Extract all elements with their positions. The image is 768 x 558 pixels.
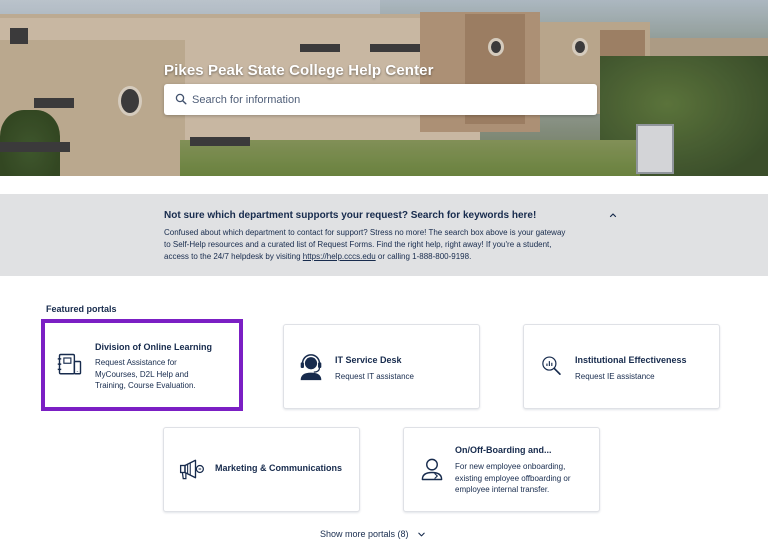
notebook-icon	[57, 353, 82, 375]
portal-card-onboarding[interactable]: On/Off-Boarding and... For new employee …	[403, 427, 600, 512]
portal-card-description: For new employee onboarding, existing em…	[455, 462, 571, 494]
portal-card-title: Institutional Effectiveness	[575, 355, 687, 365]
info-banner-text: Confused about which department to conta…	[164, 228, 566, 261]
magnifier-chart-icon	[542, 356, 561, 375]
show-more-portals-button[interactable]: Show more portals (8)	[320, 529, 426, 543]
portal-card-description: Request IE assistance	[575, 372, 655, 381]
search-box[interactable]	[164, 84, 597, 115]
portal-card-title: On/Off-Boarding and...	[455, 445, 552, 455]
portal-card-online-learning[interactable]: Division of Online Learning Request Assi…	[41, 319, 243, 411]
search-icon	[175, 93, 187, 105]
chevron-down-icon	[418, 532, 425, 537]
portal-card-institutional-effectiveness[interactable]: Institutional Effectiveness Request IE a…	[523, 324, 720, 409]
search-input[interactable]	[192, 84, 587, 115]
featured-portals-heading: Featured portals	[46, 304, 117, 314]
portal-card-description: Request IT assistance	[335, 372, 415, 381]
headset-agent-icon	[300, 354, 322, 381]
portal-card-marketing[interactable]: Marketing & Communications	[163, 427, 360, 512]
page-title: Pikes Peak State College Help Center	[164, 62, 434, 79]
show-more-label: Show more portals (8)	[320, 529, 409, 539]
megaphone-icon	[179, 459, 204, 480]
portal-card-it-service-desk[interactable]: IT Service Desk Request IT assistance	[283, 324, 480, 409]
chevron-up-icon[interactable]	[606, 208, 620, 222]
helpdesk-link[interactable]: https://help.cccs.edu	[303, 252, 376, 261]
portal-card-description: Request Assistance for MyCourses, D2L He…	[95, 358, 196, 390]
portal-card-title: Marketing & Communications	[215, 463, 343, 473]
person-outline-icon	[421, 458, 443, 481]
hero-banner: Pikes Peak State College Help Center	[0, 0, 768, 176]
info-banner-title: Not sure which department supports your …	[164, 210, 537, 221]
portal-card-title: IT Service Desk	[335, 355, 402, 365]
portal-card-title: Division of Online Learning	[95, 342, 213, 352]
